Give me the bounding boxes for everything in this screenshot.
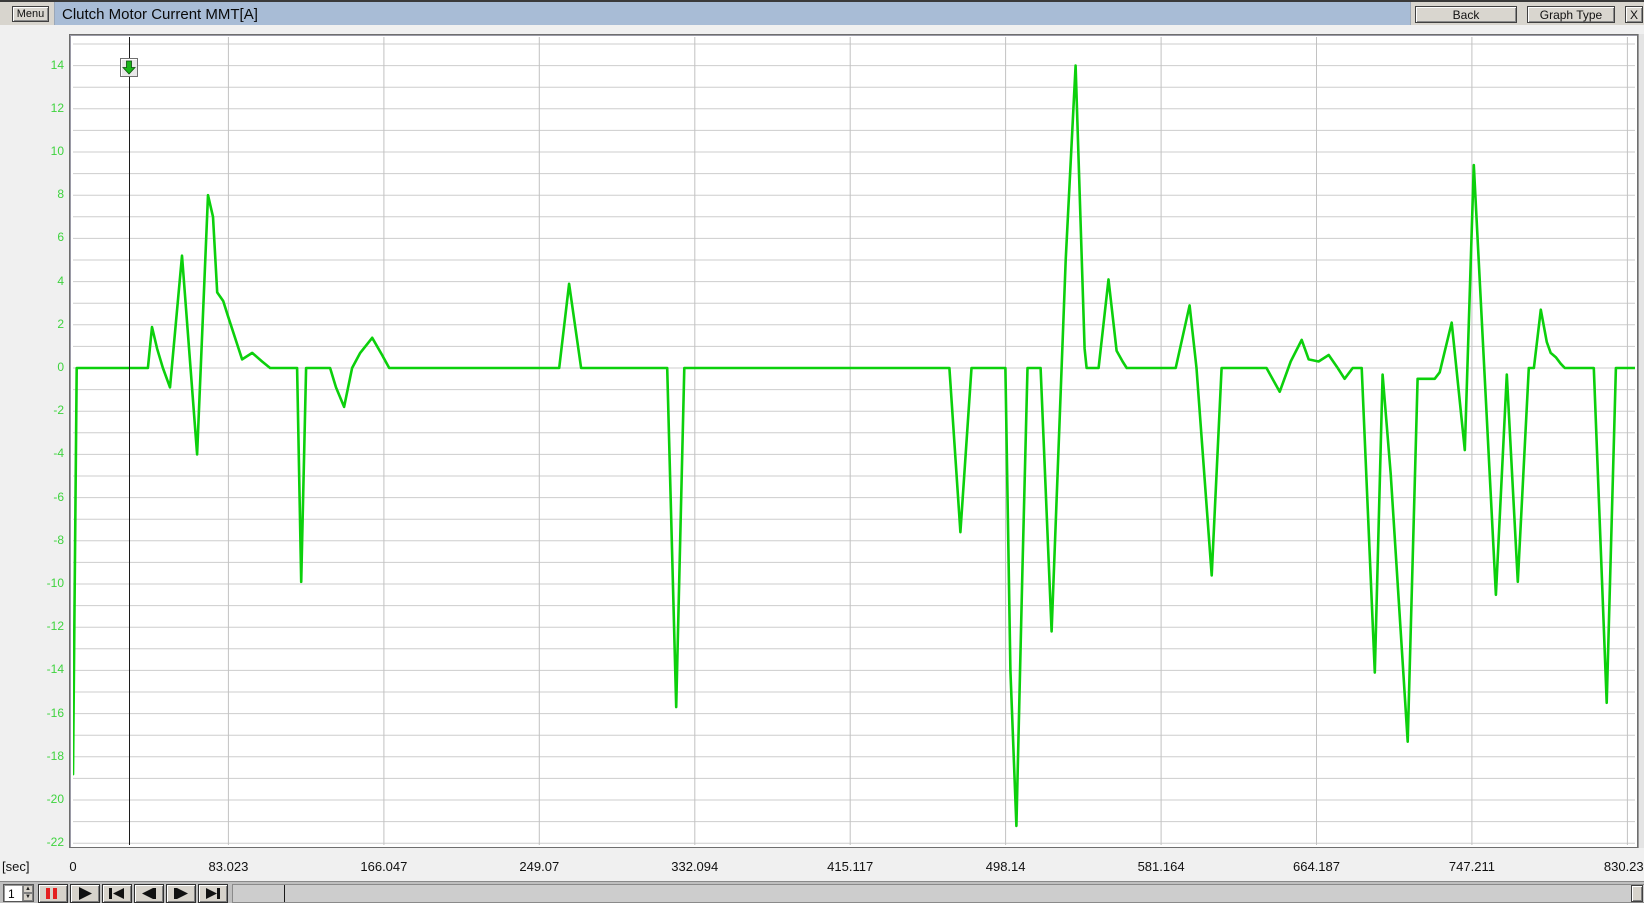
x-axis-tick-label: 664.187 bbox=[1277, 859, 1357, 875]
x-axis-unit-label: [sec] bbox=[2, 859, 29, 874]
y-axis-tick-label: -18 bbox=[28, 749, 64, 765]
step-back-icon bbox=[137, 887, 161, 900]
x-axis-tick-label: 0 bbox=[33, 859, 113, 875]
track-end-thumb[interactable] bbox=[1631, 885, 1643, 902]
y-axis-tick-label: 10 bbox=[28, 144, 64, 160]
y-axis-tick-label: 2 bbox=[28, 317, 64, 333]
playback-cursor-marker[interactable] bbox=[120, 58, 138, 77]
y-axis-tick-label: -12 bbox=[28, 619, 64, 635]
y-axis-tick-label: -4 bbox=[28, 446, 64, 462]
x-axis-tick-label: 249.07 bbox=[499, 859, 579, 875]
y-axis-tick-label: 14 bbox=[28, 58, 64, 74]
spinner-arrows: ▲ ▼ bbox=[22, 885, 33, 901]
right-edge-strip bbox=[1638, 34, 1644, 848]
skip-end-icon bbox=[201, 887, 225, 900]
spinner-up-icon[interactable]: ▲ bbox=[23, 885, 33, 893]
x-axis-tick-label: 830.234 bbox=[1587, 859, 1644, 875]
y-axis-tick-label: -6 bbox=[28, 490, 64, 506]
y-axis-tick-label: -10 bbox=[28, 576, 64, 592]
y-axis-tick-label: 4 bbox=[28, 274, 64, 290]
x-axis-tick-label: 747.211 bbox=[1432, 859, 1512, 875]
step-forward-button[interactable] bbox=[166, 884, 196, 903]
cursor-down-arrow-icon bbox=[121, 59, 137, 76]
play-icon bbox=[73, 887, 97, 900]
title-bar: Menu Clutch Motor Current MMT[A] Back Gr… bbox=[0, 0, 1644, 25]
y-axis-tick-label: -20 bbox=[28, 792, 64, 808]
window-title: Clutch Motor Current MMT[A] bbox=[62, 6, 258, 23]
playback-position-indicator[interactable] bbox=[284, 885, 285, 902]
x-axis-tick-label: 581.164 bbox=[1121, 859, 1201, 875]
y-axis-tick-label: 0 bbox=[28, 360, 64, 376]
x-axis-tick-label: 498.14 bbox=[966, 859, 1046, 875]
back-button[interactable]: Back bbox=[1415, 6, 1517, 23]
y-axis-tick-label: -22 bbox=[28, 835, 64, 851]
graph-type-button[interactable]: Graph Type bbox=[1527, 6, 1615, 23]
x-axis-tick-label: 332.094 bbox=[655, 859, 735, 875]
y-axis-tick-label: -8 bbox=[28, 533, 64, 549]
spinner-down-icon[interactable]: ▼ bbox=[23, 893, 33, 901]
x-axis-tick-label: 166.047 bbox=[344, 859, 424, 875]
step-forward-icon bbox=[169, 887, 193, 900]
pause-button[interactable] bbox=[38, 884, 68, 903]
x-axis-tick-label: 83.023 bbox=[188, 859, 268, 875]
y-axis-tick-label: 6 bbox=[28, 230, 64, 246]
skip-start-icon bbox=[105, 887, 129, 900]
playback-cursor-line[interactable] bbox=[129, 37, 130, 845]
playback-control-bar: 1 ▲ ▼ bbox=[0, 881, 1644, 903]
step-back-button[interactable] bbox=[134, 884, 164, 903]
close-button[interactable]: X bbox=[1625, 6, 1643, 23]
y-axis-tick-label: -14 bbox=[28, 662, 64, 678]
play-button[interactable] bbox=[70, 884, 100, 903]
skip-start-button[interactable] bbox=[102, 884, 132, 903]
y-axis-tick-label: -16 bbox=[28, 706, 64, 722]
menu-button[interactable]: Menu bbox=[12, 6, 49, 22]
playback-position-track[interactable] bbox=[232, 884, 1644, 903]
speed-spinner[interactable]: 1 ▲ ▼ bbox=[3, 884, 34, 902]
clutch-current-line-chart bbox=[73, 37, 1635, 845]
y-axis-tick-label: 8 bbox=[28, 187, 64, 203]
skip-end-button[interactable] bbox=[198, 884, 228, 903]
y-axis-tick-label: -2 bbox=[28, 403, 64, 419]
y-axis-tick-label: 12 bbox=[28, 101, 64, 117]
speed-value: 1 bbox=[4, 885, 22, 901]
pause-icon bbox=[41, 887, 65, 900]
x-axis-tick-label: 415.117 bbox=[810, 859, 890, 875]
